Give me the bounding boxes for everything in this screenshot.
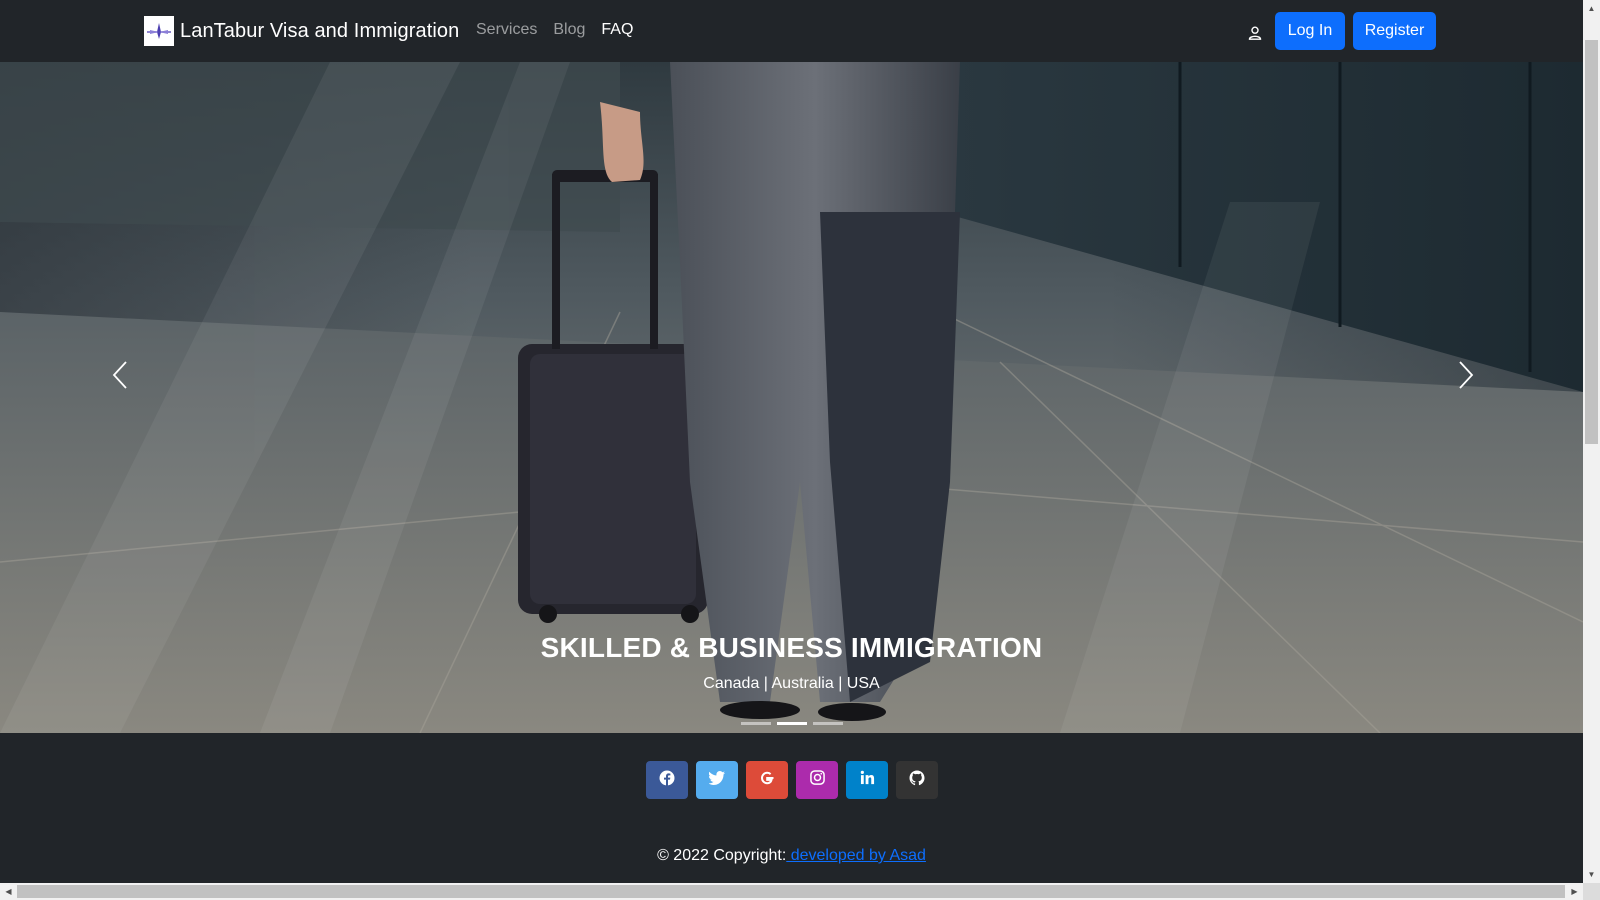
chevron-right-icon [1458,360,1474,395]
github-button[interactable] [896,761,938,799]
user-icon[interactable] [1244,22,1266,44]
plane-logo-icon [144,16,174,46]
footer: © 2022 Copyright: developed by Asad [0,733,1583,883]
social-links [646,761,938,799]
navbar: LanTabur Visa and Immigration Services B… [0,0,1583,62]
brand[interactable]: LanTabur Visa and Immigration [144,16,459,46]
facebook-button[interactable] [646,761,688,799]
google-button[interactable] [746,761,788,799]
linkedin-icon [860,770,875,790]
vertical-scrollbar[interactable]: ▲ ▼ [1583,0,1600,883]
carousel-indicators [741,722,843,725]
brand-name: LanTabur Visa and Immigration [180,19,460,42]
nav-link-blog[interactable]: Blog [553,21,585,39]
hero-subtitle: Canada | Australia | USA [703,675,880,692]
horizontal-scroll-thumb[interactable] [17,885,1565,898]
hero-title: SKILLED & BUSINESS IMMIGRATION [540,632,1043,663]
carousel-next-button[interactable] [1446,352,1486,402]
facebook-icon [659,770,675,791]
carousel-indicator-1[interactable] [741,722,771,725]
chevron-left-icon [112,360,128,395]
login-button[interactable]: Log In [1275,12,1345,50]
page-viewport: LanTabur Visa and Immigration Services B… [0,0,1583,883]
twitter-button[interactable] [696,761,738,799]
horizontal-scrollbar[interactable]: ◀ ▶ [0,883,1583,900]
scroll-up-icon[interactable]: ▲ [1583,0,1600,17]
scroll-left-icon[interactable]: ◀ [0,883,17,900]
carousel-indicator-3[interactable] [813,722,843,725]
carousel-prev-button[interactable] [100,352,140,402]
register-button[interactable]: Register [1353,12,1436,50]
nav-link-faq[interactable]: FAQ [601,21,633,39]
hero-carousel: SKILLED & BUSINESS IMMIGRATION Canada | … [0,62,1583,733]
google-icon [759,770,775,791]
scroll-down-icon[interactable]: ▼ [1583,866,1600,883]
instagram-icon [809,770,825,790]
scrollbar-corner [1583,883,1600,900]
twitter-icon [708,770,725,790]
linkedin-button[interactable] [846,761,888,799]
scroll-right-icon[interactable]: ▶ [1566,883,1583,900]
nav-links: Services Blog FAQ [476,21,633,39]
copyright-text: © 2022 Copyright: [657,847,787,864]
nav-actions: Log In Register [1244,12,1436,50]
nav-link-services[interactable]: Services [476,21,537,39]
instagram-button[interactable] [796,761,838,799]
carousel-indicator-2[interactable] [777,722,807,725]
copyright: © 2022 Copyright: developed by Asad [0,847,1583,865]
github-icon [909,770,925,791]
vertical-scroll-thumb[interactable] [1585,40,1598,444]
developer-link[interactable]: developed by Asad [786,847,926,864]
